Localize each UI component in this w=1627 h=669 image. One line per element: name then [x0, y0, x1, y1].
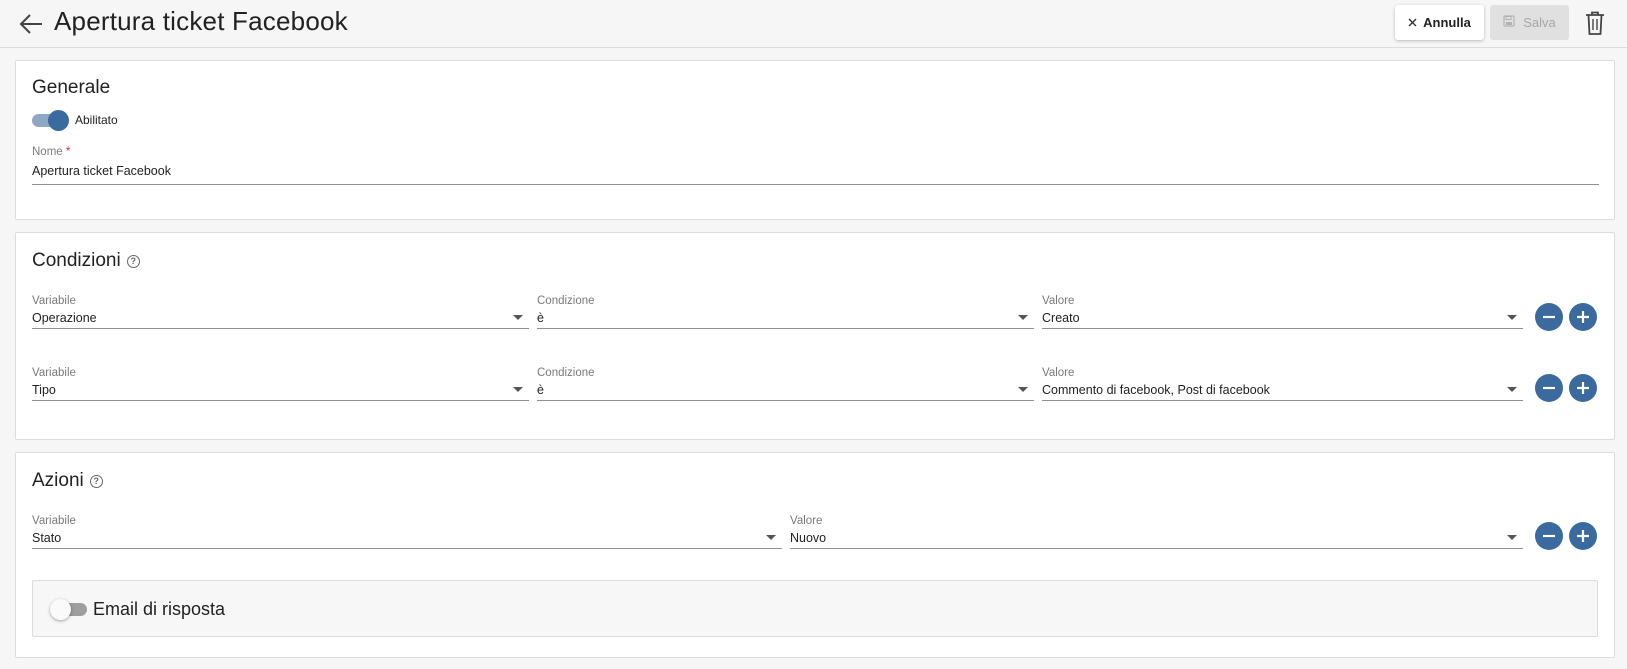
caret-down-icon — [1018, 387, 1028, 392]
condizioni-card: Condizioni? Variabile Operazione Condizi… — [15, 232, 1615, 440]
add-condition-button[interactable] — [1569, 374, 1597, 402]
cancel-button[interactable]: Annulla — [1395, 5, 1484, 40]
condition-variable-select[interactable]: Variabile Operazione — [32, 295, 529, 329]
remove-action-button[interactable] — [1535, 522, 1563, 550]
help-circle-icon[interactable]: ? — [89, 475, 103, 488]
plus-icon — [1577, 382, 1589, 394]
condizioni-title: Condizioni? — [32, 250, 140, 272]
email-reply-panel: Email di risposta — [32, 580, 1598, 637]
required-mark: * — [65, 146, 71, 158]
remove-condition-button[interactable] — [1535, 374, 1563, 402]
enabled-toggle[interactable] — [32, 110, 69, 131]
caret-down-icon — [1018, 315, 1028, 320]
save-button[interactable]: Salva — [1490, 5, 1569, 40]
add-condition-button[interactable] — [1569, 303, 1597, 331]
generale-card: Generale Abilitato Nome * Apertura ticke… — [15, 60, 1615, 220]
minus-icon — [1543, 534, 1555, 538]
caret-down-icon — [513, 315, 523, 320]
name-field[interactable]: Nome * Apertura ticket Facebook — [32, 146, 1599, 185]
caret-down-icon — [1507, 535, 1517, 540]
action-value-select[interactable]: Valore Nuovo — [790, 515, 1523, 549]
action-variable-select[interactable]: Variabile Stato — [32, 515, 782, 549]
help-circle-icon[interactable]: ? — [126, 255, 140, 268]
back-arrow-icon[interactable] — [18, 12, 44, 36]
condition-value-select[interactable]: Valore Commento di facebook, Post di fac… — [1042, 367, 1523, 401]
page-title: Apertura ticket Facebook — [54, 6, 348, 36]
close-icon — [1408, 15, 1417, 30]
page-header: Apertura ticket Facebook Annulla Salva — [0, 0, 1627, 48]
caret-down-icon — [766, 535, 776, 540]
caret-down-icon — [513, 387, 523, 392]
condition-value-select[interactable]: Valore Creato — [1042, 295, 1523, 329]
generale-title: Generale — [32, 77, 111, 98]
caret-down-icon — [1507, 315, 1517, 320]
caret-down-icon — [1507, 387, 1517, 392]
condition-variable-select[interactable]: Variabile Tipo — [32, 367, 529, 401]
email-reply-label: Email di risposta — [93, 599, 226, 619]
minus-icon — [1543, 315, 1555, 319]
condition-operator-select[interactable]: Condizione è — [537, 367, 1034, 401]
condition-operator-select[interactable]: Condizione è — [537, 295, 1034, 329]
save-button-label: Salva — [1523, 15, 1556, 30]
plus-icon — [1577, 530, 1589, 542]
minus-icon — [1543, 386, 1555, 390]
remove-condition-button[interactable] — [1535, 303, 1563, 331]
floppy-disk-icon — [1503, 15, 1515, 30]
email-reply-toggle[interactable] — [50, 599, 87, 620]
name-field-label: Nome — [32, 146, 63, 158]
azioni-card: Azioni? Variabile Stato Valore Nuovo Ema… — [15, 452, 1615, 658]
azioni-title: Azioni? — [32, 470, 103, 492]
plus-icon — [1577, 311, 1589, 323]
cancel-button-label: Annulla — [1423, 15, 1471, 30]
enabled-label: Abilitato — [75, 113, 118, 127]
add-action-button[interactable] — [1569, 522, 1597, 550]
trash-icon[interactable] — [1584, 10, 1606, 36]
name-field-value: Apertura ticket Facebook — [32, 164, 171, 178]
